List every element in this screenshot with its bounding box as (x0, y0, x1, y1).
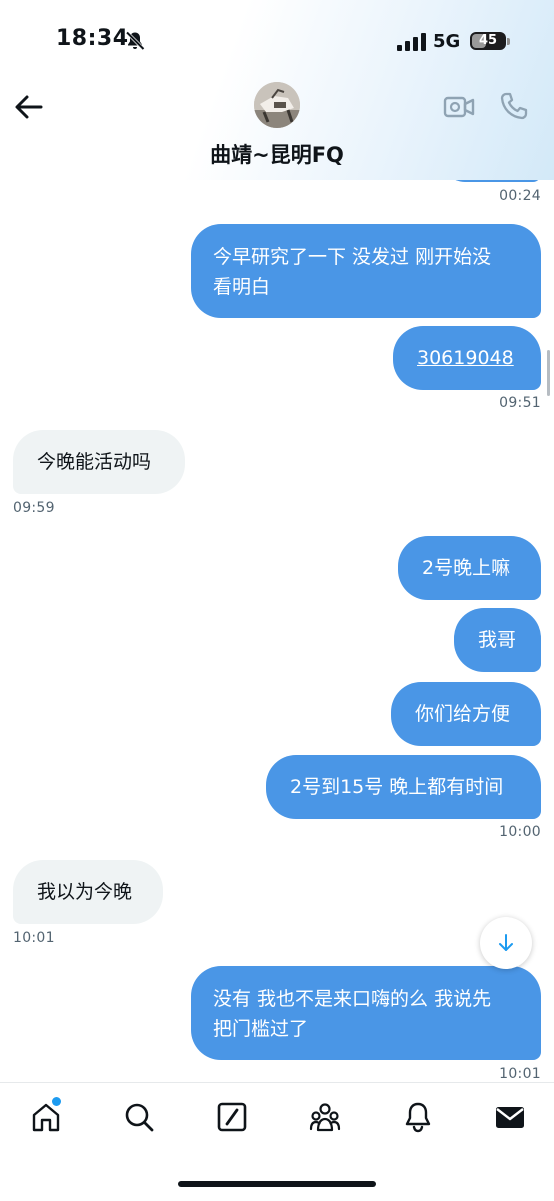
message-bubble-outgoing[interactable]: 你们给方便 (391, 682, 541, 746)
message-bubble-outgoing[interactable]: 我哥 (454, 608, 541, 672)
message-timestamp: 10:00 (499, 824, 541, 840)
message-bubble-outgoing[interactable]: 2号到15号 晚上都有时间 (266, 755, 541, 819)
messages-icon (496, 1107, 524, 1128)
message-link[interactable]: 30619048 (417, 347, 514, 369)
message-text: 今晚能活动吗 (37, 451, 152, 473)
message-bubble-incoming[interactable]: 今晚能活动吗 (13, 430, 185, 494)
arrow-down-icon (499, 934, 513, 951)
message-text: 今早研究了一下 没发过 刚开始没 (213, 246, 492, 268)
phone-call-button[interactable] (499, 91, 529, 121)
scrollbar-thumb[interactable] (547, 350, 550, 396)
status-time: 18:34 (56, 26, 129, 51)
message-text: 我哥 (478, 629, 517, 651)
battery-icon: 45 (470, 32, 506, 50)
tab-messages[interactable] (492, 1099, 528, 1135)
battery-cap (507, 38, 510, 45)
contact-avatar[interactable] (254, 82, 300, 128)
message-bubble-outgoing[interactable]: 30619048 (393, 326, 541, 390)
message-timestamp: 00:24 (499, 188, 541, 204)
battery-percent: 45 (478, 33, 498, 48)
message-bubble-incoming[interactable]: 我以为今晚 (13, 860, 163, 924)
message-text: 没有 我也不是来口嗨的么 我说先 (213, 988, 492, 1010)
contact-name[interactable]: 曲靖~昆明FQ (0, 139, 554, 169)
message-timestamp: 10:01 (499, 1066, 541, 1082)
tab-search[interactable] (121, 1099, 157, 1135)
network-type: 5G (433, 31, 461, 52)
message-bubble-outgoing[interactable]: 没有 我也不是来口嗨的么 我说先 把门槛过了 (191, 966, 541, 1060)
message-text: 把门槛过了 (213, 1018, 309, 1040)
message-bubble-outgoing[interactable]: 今早研究了一下 没发过 刚开始没 看明白 (191, 224, 541, 318)
scroll-to-bottom-button[interactable] (480, 917, 532, 969)
notification-dot (52, 1097, 61, 1106)
tab-communities[interactable] (307, 1099, 343, 1135)
message-text: 看明白 (213, 276, 271, 298)
message-text: 你们给方便 (415, 703, 511, 725)
cellular-signal-icon (397, 33, 427, 51)
message-text: 2号到15号 晚上都有时间 (290, 776, 504, 798)
message-timestamp: 10:01 (13, 930, 55, 946)
tab-notifications[interactable] (400, 1099, 436, 1135)
home-indicator (178, 1181, 376, 1187)
message-text: 2号晚上嘛 (422, 557, 511, 579)
bell-muted-icon (124, 30, 146, 52)
message-text: 我以为今晚 (37, 881, 133, 903)
tab-compose[interactable] (214, 1099, 250, 1135)
back-button[interactable] (12, 90, 46, 124)
notifications-icon (405, 1102, 431, 1133)
message-timestamp: 09:59 (13, 500, 55, 516)
compose-icon (217, 1102, 247, 1132)
video-call-button[interactable] (443, 91, 475, 123)
message-timestamp: 09:51 (499, 395, 541, 411)
message-bubble-outgoing[interactable]: 2号晚上嘛 (398, 536, 541, 600)
communities-icon (309, 1103, 341, 1132)
search-icon (125, 1103, 154, 1132)
